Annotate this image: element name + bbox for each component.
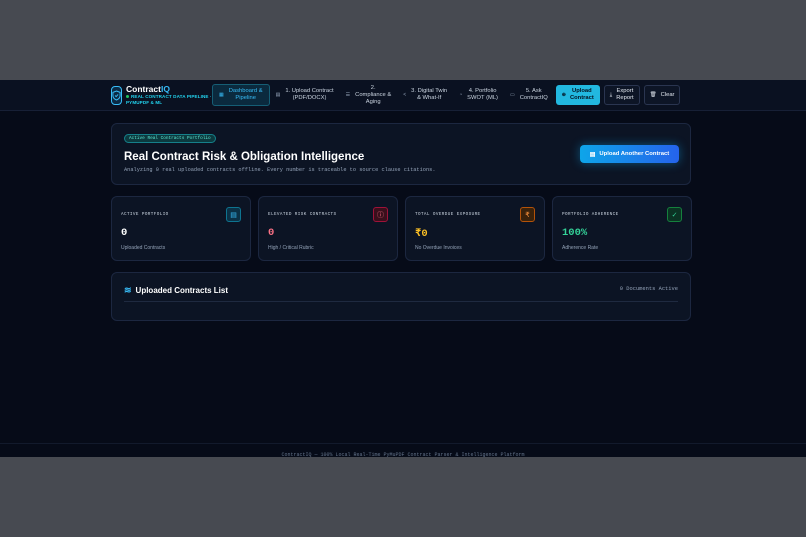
divider	[124, 301, 678, 302]
app-window: ContractIQ REAL CONTRACT DATA PIPELINE ·…	[0, 80, 806, 457]
clear-button[interactable]: 🗑 Clear	[643, 85, 681, 105]
kpi-portfolio-adherence: PORTFOLIO ADHERENCE 100% Adherence Rate …	[552, 196, 692, 261]
main-nav: ▦ Dashboard & Pipeline ▤ 1. Upload Contra…	[212, 84, 554, 106]
status-dot	[126, 95, 129, 99]
kpi-note: No Overdue Invoices	[415, 245, 462, 251]
kpi-note: High / Critical Rubric	[268, 245, 314, 251]
nav-label: 1. Upload Contract (PDF/DOCX)	[285, 88, 334, 101]
nav-label: Dashboard & Pipeline	[228, 88, 263, 101]
upload-contract-button[interactable]: ⊕ Upload Contract	[555, 85, 600, 105]
chat-icon: ▭	[509, 91, 515, 98]
brand-subtitle: REAL CONTRACT DATA PIPELINE · PYMUPDF & M…	[126, 94, 212, 105]
contracts-list-card: ≋ Uploaded Contracts List 0 Documents Ac…	[111, 272, 691, 321]
kpi-label: TOTAL OVERDUE EXPOSURE	[415, 212, 481, 217]
nav-label: 4. Portfolio SWOT (ML)	[467, 88, 498, 101]
portfolio-badge: Active Real Contracts Portfolio	[124, 134, 216, 143]
export-report-label: Export Report	[616, 88, 634, 101]
layers-icon: ≋	[124, 285, 132, 295]
kpi-label: ACTIVE PORTFOLIO	[121, 212, 169, 217]
nav-label: 2. Compliance & Aging	[355, 84, 392, 105]
kpi-value: 100%	[562, 227, 588, 239]
clear-label: Clear	[660, 91, 675, 98]
brand[interactable]: ContractIQ REAL CONTRACT DATA PIPELINE ·…	[111, 84, 212, 106]
document-icon: ▤	[226, 207, 241, 222]
upload-another-label: Upload Another Contract	[599, 151, 670, 157]
nav-portfolio-swot[interactable]: ◔ 4. Portfolio SWOT (ML)	[453, 84, 504, 106]
share-icon: <	[403, 91, 407, 98]
file-plus-icon: ▤	[589, 151, 596, 158]
rupee-icon: ₹	[520, 207, 535, 222]
kpi-elevated-risk: ELEVATED RISK CONTRACTS 0 High / Critica…	[258, 196, 398, 261]
download-icon: ⤓	[609, 91, 613, 98]
kpi-value: ₹0	[415, 228, 428, 240]
kpi-active-portfolio: ACTIVE PORTFOLIO 0 Uploaded Contracts ▤	[111, 196, 251, 261]
list-icon: ☰	[345, 91, 351, 98]
shield-icon	[111, 85, 122, 105]
list-title: ≋ Uploaded Contracts List	[124, 285, 228, 295]
nav-ask-contractiq[interactable]: ▭ 5. Ask ContractIQ	[504, 84, 554, 106]
nav-label: 5. Ask ContractIQ	[519, 88, 548, 101]
trash-icon: 🗑	[649, 91, 657, 98]
nav-label: 3. Digital Twin & What-If	[411, 88, 448, 101]
kpi-value: 0	[121, 227, 128, 239]
hero-card: Active Real Contracts Portfolio Real Con…	[111, 123, 691, 185]
file-icon: ▤	[275, 91, 281, 98]
kpi-overdue-exposure: TOTAL OVERDUE EXPOSURE ₹0 No Overdue Inv…	[405, 196, 545, 261]
nav-digital-twin[interactable]: < 3. Digital Twin & What-If	[397, 84, 453, 106]
plus-icon: ⊕	[561, 91, 566, 98]
nav-compliance-aging[interactable]: ☰ 2. Compliance & Aging	[340, 84, 398, 106]
nav-upload-contract[interactable]: ▤ 1. Upload Contract (PDF/DOCX)	[270, 84, 340, 106]
documents-count: 0 Documents Active	[619, 286, 678, 292]
kpi-value: 0	[268, 227, 275, 239]
brand-name: ContractIQ	[126, 84, 170, 94]
top-navbar: ContractIQ REAL CONTRACT DATA PIPELINE ·…	[0, 80, 806, 111]
upload-another-contract-button[interactable]: ▤ Upload Another Contract	[580, 145, 679, 163]
nav-dashboard-pipeline[interactable]: ▦ Dashboard & Pipeline	[212, 84, 270, 106]
alert-icon: ⓘ	[373, 207, 388, 222]
gauge-icon: ◔	[459, 91, 463, 98]
kpi-note: Uploaded Contracts	[121, 245, 166, 251]
footer: ContractIQ — 100% Local Real-Time PyMuPD…	[0, 443, 806, 457]
kpi-label: PORTFOLIO ADHERENCE	[562, 212, 619, 217]
kpi-label: ELEVATED RISK CONTRACTS	[268, 212, 337, 217]
grid-icon: ▦	[219, 91, 224, 98]
page-subtitle: Analyzing 0 real uploaded contracts offl…	[124, 167, 436, 173]
check-circle-icon: ✓	[667, 207, 682, 222]
upload-contract-label: Upload Contract	[569, 88, 594, 101]
kpi-note: Adherence Rate	[562, 245, 599, 251]
export-report-button[interactable]: ⤓ Export Report	[603, 85, 640, 105]
page-title: Real Contract Risk & Obligation Intellig…	[124, 151, 365, 163]
